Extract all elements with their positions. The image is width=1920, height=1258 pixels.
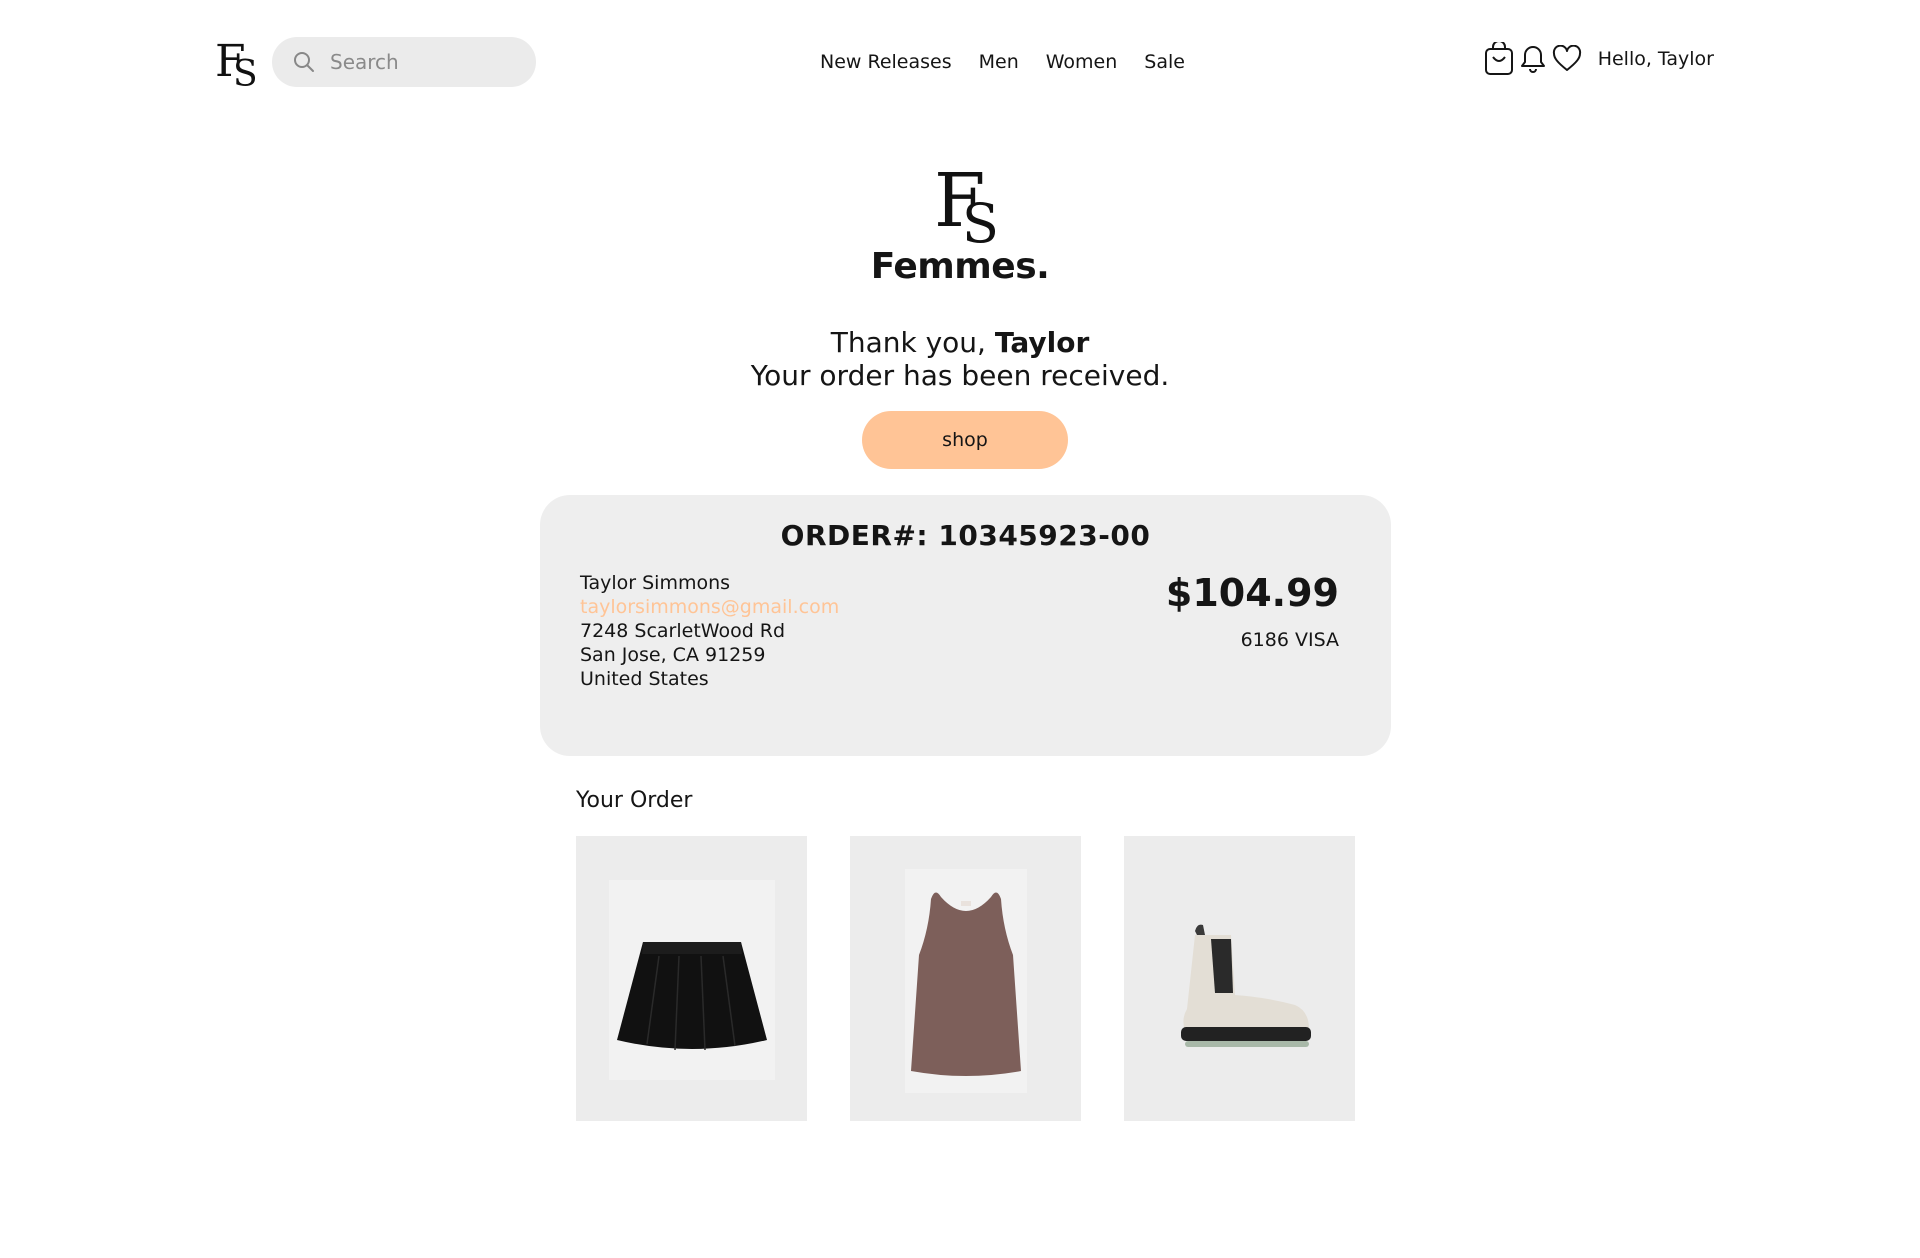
cart-icon[interactable] <box>1482 42 1516 76</box>
brand-name: Femmes. <box>870 246 1050 287</box>
your-order-title: Your Order <box>576 788 693 813</box>
order-item-tank-top[interactable] <box>850 836 1081 1121</box>
order-item-skirt[interactable] <box>576 836 807 1121</box>
main-nav: New Releases Men Women Sale <box>820 48 1212 76</box>
order-total: $104.99 <box>1165 571 1339 615</box>
order-item-boot[interactable] <box>1124 836 1355 1121</box>
header-actions: Hello, Taylor <box>1482 42 1714 76</box>
site-header: F S New Releases Men Women Sale <box>0 0 1920 124</box>
customer-name: Taylor Simmons <box>580 572 731 594</box>
nav-men[interactable]: Men <box>979 48 1019 76</box>
thank-you-prefix: Thank you, <box>830 326 995 359</box>
brown-tank-top-icon <box>904 868 1027 1093</box>
address-street: 7248 ScarletWood Rd <box>580 620 786 642</box>
order-items <box>576 836 1398 1121</box>
payment-method: 6186 VISA <box>1240 629 1339 651</box>
address-country: United States <box>580 668 709 690</box>
black-pleated-skirt-icon <box>608 879 775 1080</box>
svg-text:S: S <box>962 192 999 250</box>
nav-new-releases[interactable]: New Releases <box>820 48 952 76</box>
nav-women[interactable]: Women <box>1046 48 1118 76</box>
search-input[interactable] <box>330 50 520 74</box>
svg-text:S: S <box>233 54 258 90</box>
shop-button[interactable]: shop <box>862 411 1068 469</box>
thank-you-heading: Thank you, Taylor <box>0 326 1920 360</box>
search-icon <box>294 52 314 72</box>
cream-chelsea-boot-icon <box>1180 924 1311 1047</box>
user-greeting[interactable]: Hello, Taylor <box>1598 45 1714 73</box>
nav-sale[interactable]: Sale <box>1144 48 1185 76</box>
order-number: ORDER#: 10345923-00 <box>780 519 1151 552</box>
order-received-message: Your order has been received. <box>750 359 1170 392</box>
heart-icon[interactable] <box>1550 42 1584 76</box>
bell-icon[interactable] <box>1516 42 1550 76</box>
brand-logo-icon[interactable]: F S <box>213 30 259 90</box>
customer-first-name: Taylor <box>994 326 1090 359</box>
search-bar[interactable] <box>272 37 536 87</box>
order-summary-card: ORDER#: 10345923-00 Taylor Simmons taylo… <box>540 495 1391 756</box>
customer-details: Taylor Simmons taylorsimmons@gmail.com 7… <box>580 571 839 691</box>
address-city: San Jose, CA 91259 <box>580 644 766 666</box>
customer-email[interactable]: taylorsimmons@gmail.com <box>580 595 839 619</box>
brand-monogram-icon: F S <box>934 158 999 250</box>
